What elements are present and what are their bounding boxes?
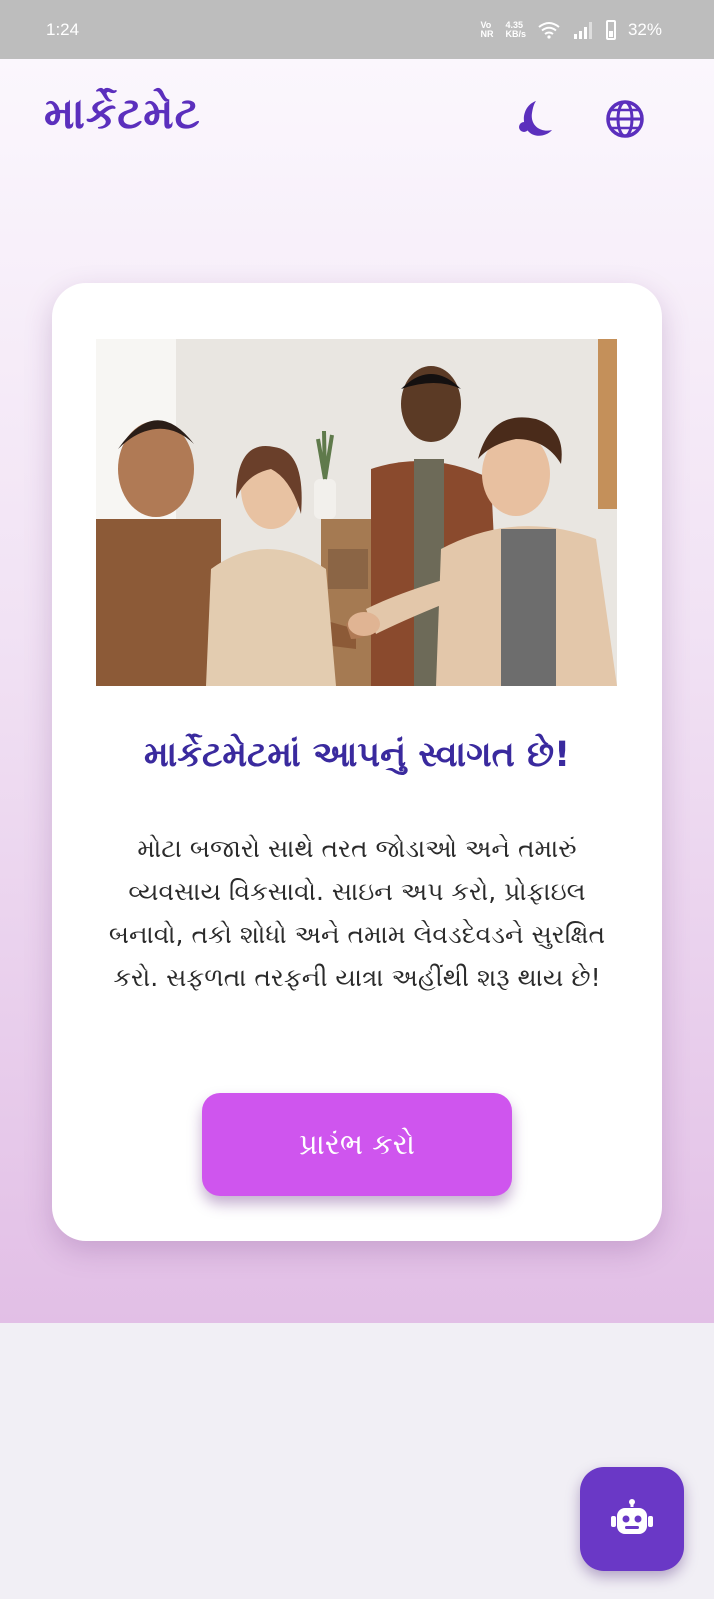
signal-icon [573, 21, 592, 39]
volte-indicator: Vo NR [480, 19, 494, 39]
hero-section: માર્કેટમેટ માર્કેટમેટમાં આપનું સ્વાગત છે… [0, 59, 714, 1323]
wifi-icon [538, 21, 560, 39]
welcome-description: મોટા બજારો સાથે તરત જોડાઓ અને તમારું વ્ય… [108, 834, 606, 992]
chatbot-fab[interactable] [580, 1467, 684, 1571]
welcome-title: માર્કેટમેટમાં આપનું સ્વાગત છે! [143, 735, 571, 775]
get-started-button[interactable]: પ્રારંભ કરો [202, 1093, 512, 1196]
welcome-card: માર્કેટમેટમાં આપનું સ્વાગત છે! મોટા બજાર… [52, 283, 662, 1241]
status-bar: 1:24 Vo NR 4.35 KB/s 32% [0, 0, 714, 59]
app-brand[interactable]: માર્કેટમેટ [44, 89, 201, 139]
battery-icon [605, 19, 616, 40]
status-icons: Vo NR 4.35 KB/s 32% [480, 19, 662, 40]
team-handshake-image [96, 339, 617, 686]
moon-icon[interactable] [510, 97, 554, 141]
robot-icon [611, 1499, 653, 1534]
battery-percent: 32% [627, 19, 662, 39]
network-speed: 4.35 KB/s [505, 19, 526, 39]
globe-icon[interactable] [603, 97, 647, 141]
status-time: 1:24 [46, 19, 80, 39]
